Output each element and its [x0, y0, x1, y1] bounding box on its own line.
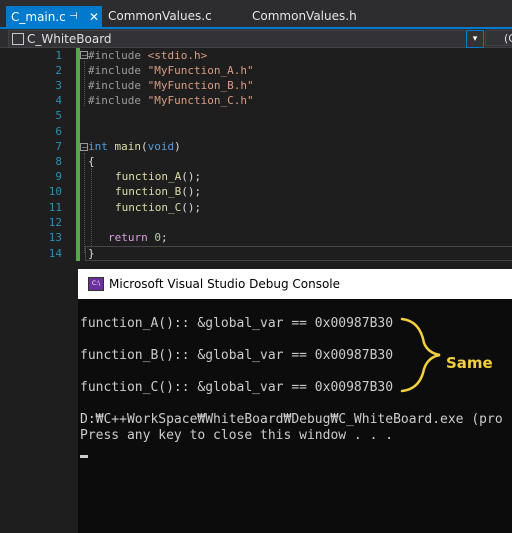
line-number: 4: [55, 94, 62, 107]
debug-console-window: C:\ Microsoft Visual Studio Debug Consol…: [78, 269, 512, 533]
console-app-icon: C:\: [88, 277, 104, 291]
change-tracking-bar: [76, 48, 80, 261]
code-line[interactable]: function_C();: [115, 200, 201, 215]
console-output-line: function_C():: &global_var == 0x00987B30: [80, 380, 394, 395]
code-line[interactable]: {: [88, 154, 95, 169]
tab-label: C_main.c: [11, 10, 66, 24]
chevron-down-icon[interactable]: ▾: [466, 30, 484, 48]
line-number: 3: [55, 79, 62, 92]
code-line[interactable]: }: [88, 246, 95, 261]
tab-label: CommonValues.c: [108, 9, 212, 23]
pin-icon[interactable]: ⊣: [69, 6, 78, 28]
fold-toggle-icon[interactable]: −: [80, 51, 88, 60]
fold-toggle-icon[interactable]: −: [80, 143, 88, 152]
line-number: 5: [55, 109, 62, 122]
code-line[interactable]: #include "MyFunction_B.h": [88, 78, 254, 93]
console-output-line: function_B():: &global_var == 0x00987B30: [80, 348, 394, 363]
console-title: Microsoft Visual Studio Debug Console: [109, 277, 341, 291]
line-number: 6: [55, 125, 62, 138]
tab-c-main[interactable]: C_main.c ⊣ ✕: [6, 6, 102, 27]
editor-tab-bar: C_main.c ⊣ ✕ CommonValues.c CommonValues…: [0, 0, 512, 27]
console-cursor: [80, 455, 88, 458]
tab-label: CommonValues.h: [252, 9, 357, 23]
current-line-highlight: [85, 246, 512, 261]
line-number: 7: [55, 140, 62, 153]
line-number: 8: [55, 155, 62, 168]
code-line[interactable]: return 0;: [108, 230, 168, 245]
code-line[interactable]: #include "MyFunction_A.h": [88, 63, 254, 78]
annotation-label: Same: [446, 354, 493, 372]
project-icon: [12, 33, 24, 45]
console-output-line: Press any key to close this window . . .: [80, 428, 394, 443]
code-line[interactable]: function_A();: [115, 169, 201, 184]
console-output-line: function_A():: &global_var == 0x00987B30: [80, 316, 394, 331]
line-number: 1: [55, 49, 62, 62]
code-line[interactable]: function_B();: [115, 184, 201, 199]
line-number: 9: [55, 170, 62, 183]
code-line[interactable]: #include <stdio.h>: [88, 48, 207, 63]
fold-guide: [84, 153, 85, 253]
fold-guide: [84, 61, 85, 106]
indent-guide: [91, 168, 92, 246]
code-line[interactable]: #include "MyFunction_C.h": [88, 93, 254, 108]
navigation-bar: C_WhiteBoard ▾ (G: [0, 29, 512, 48]
tab-commonvalues-h[interactable]: CommonValues.h: [252, 5, 357, 27]
editor-margin: [0, 48, 22, 533]
close-icon[interactable]: ✕: [89, 6, 99, 28]
line-number: 14: [48, 247, 62, 260]
line-number: 10: [48, 185, 62, 198]
project-scope-dropdown[interactable]: C_WhiteBoard: [8, 30, 470, 48]
console-output-line: D:₩C++WorkSpace₩WhiteBoard₩Debug₩C_White…: [80, 412, 503, 427]
brace-annotation: [400, 317, 441, 393]
member-scope-dropdown[interactable]: (G: [485, 30, 512, 46]
line-number: 12: [48, 216, 62, 229]
line-number: 2: [55, 64, 62, 77]
project-scope-label: C_WhiteBoard: [27, 32, 112, 46]
line-number: 13: [48, 231, 62, 244]
line-number: 11: [48, 201, 62, 214]
console-title-bar[interactable]: C:\ Microsoft Visual Studio Debug Consol…: [78, 269, 512, 299]
tab-commonvalues-c[interactable]: CommonValues.c: [108, 5, 212, 27]
code-line[interactable]: int main(void): [88, 139, 181, 154]
